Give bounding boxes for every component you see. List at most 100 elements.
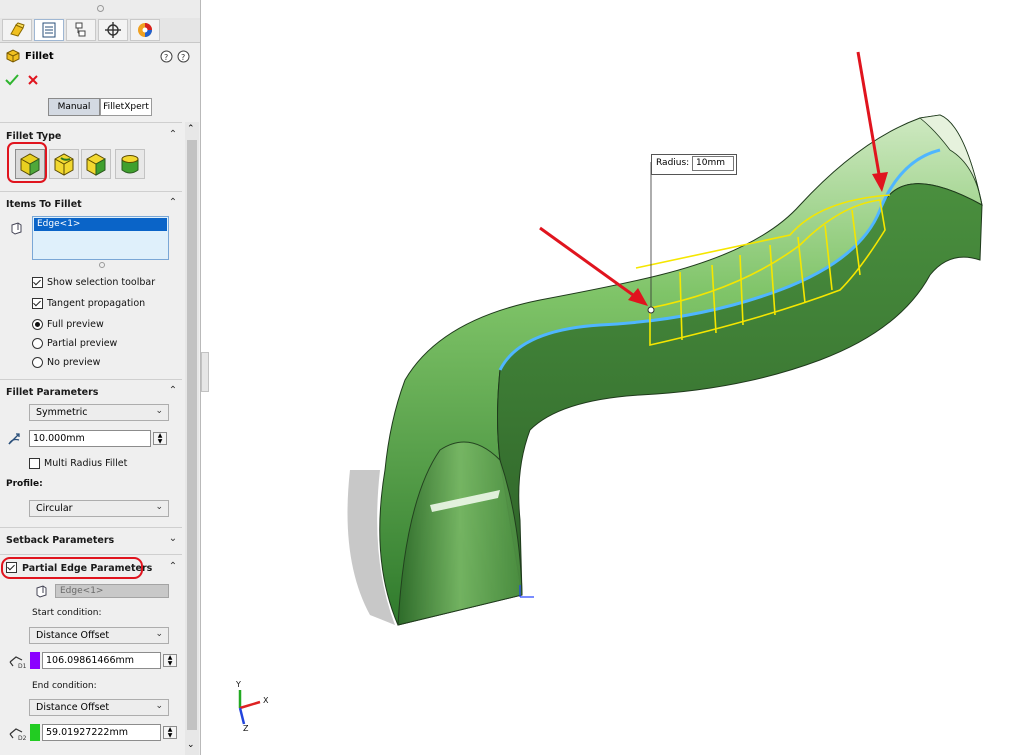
collapse-chevron-icon[interactable]: ⌃ (168, 562, 178, 572)
show-selection-toolbar-label: Show selection toolbar (47, 277, 156, 288)
ok-check-icon[interactable] (5, 74, 19, 86)
fillet-parameters-title: Fillet Parameters (6, 387, 99, 398)
no-preview-label: No preview (47, 357, 101, 368)
svg-text:?: ? (181, 53, 185, 62)
radius-icon (8, 433, 20, 445)
tab-configuration-manager[interactable] (66, 19, 96, 41)
property-manager-icon (42, 22, 56, 38)
radius-callout-input[interactable]: 10mm (692, 156, 734, 171)
distance-d1-icon: D1 (9, 656, 27, 669)
chevron-down-icon: ⌄ (155, 701, 163, 711)
triad-y-label: Y (236, 680, 241, 689)
full-round-fillet-icon (121, 155, 139, 174)
start-condition-dropdown[interactable]: Distance Offset ⌄ (29, 627, 169, 644)
fillet-type-title: Fillet Type (6, 131, 62, 142)
panel-scrollbar[interactable]: ⌃ ⌄ (185, 122, 199, 755)
full-preview-radio[interactable] (32, 319, 43, 330)
items-to-fillet-title: Items To Fillet (6, 199, 82, 210)
fillet-type-variable-size-button[interactable] (49, 149, 79, 179)
configuration-manager-icon (75, 22, 86, 37)
page-title: Fillet (25, 51, 54, 62)
manager-tab-bar (0, 18, 200, 43)
chevron-down-icon: ⌄ (155, 406, 163, 416)
feature-manager-icon (10, 22, 25, 37)
triad-z-label: Z (243, 724, 249, 733)
d2-color-swatch (30, 724, 40, 741)
section-divider (0, 379, 182, 380)
tab-property-manager[interactable] (34, 19, 64, 41)
edge-selection-icon (11, 222, 22, 235)
face-fillet-icon (86, 153, 106, 176)
edge-selection-icon (36, 585, 47, 598)
section-divider (0, 527, 182, 528)
fillet-method-value: Symmetric (36, 407, 88, 418)
svg-text:D1: D1 (18, 663, 27, 669)
dimxpert-icon (105, 22, 121, 38)
d1-color-swatch (30, 652, 40, 669)
tab-feature-manager[interactable] (2, 19, 32, 41)
profile-label: Profile: (6, 479, 43, 489)
graphics-viewport[interactable]: Radius: 10mm Y X Z (201, 0, 1024, 755)
end-distance-input[interactable]: 59.01927222mm (42, 724, 161, 741)
multi-radius-fillet-label: Multi Radius Fillet (44, 458, 128, 469)
scrollbar-thumb[interactable] (187, 140, 197, 730)
scroll-down-icon[interactable]: ⌄ (187, 740, 195, 750)
partial-edge-selection-field[interactable]: Edge<1> (55, 584, 169, 598)
fillet-header: Fillet ? ? (0, 47, 200, 67)
end-condition-label: End condition: (32, 681, 97, 691)
property-manager-panel: Fillet ? ? Manual FilletXpert Fillet Typ… (0, 0, 201, 755)
filletxpert-tab-button[interactable]: FilletXpert (100, 98, 152, 116)
setback-parameters-title[interactable]: Setback Parameters (6, 535, 114, 546)
start-condition-label: Start condition: (32, 608, 102, 618)
fillet-type-full-round-button[interactable] (115, 149, 145, 179)
radius-input[interactable]: 10.000mm (29, 430, 151, 447)
manual-tab-button[interactable]: Manual (48, 98, 100, 116)
tangent-propagation-label: Tangent propagation (47, 298, 146, 309)
radius-callout[interactable]: Radius: 10mm (651, 154, 737, 175)
no-preview-radio[interactable] (32, 357, 43, 368)
start-distance-input[interactable]: 106.09861466mm (42, 652, 161, 669)
list-resize-grip[interactable] (99, 262, 105, 268)
end-distance-spin-button[interactable]: ▲ ▼ (163, 726, 177, 739)
fillet-feature-icon (6, 49, 20, 63)
tab-display-manager[interactable] (130, 19, 160, 41)
collapse-chevron-icon[interactable]: ⌃ (168, 386, 178, 396)
whats-wrong-help-icon[interactable]: ? (160, 50, 173, 63)
tangent-propagation-checkbox[interactable] (32, 298, 43, 309)
section-divider (0, 554, 182, 555)
radius-handle[interactable] (647, 306, 655, 314)
chevron-down-icon: ⌄ (155, 502, 163, 512)
highlight-callout-box (1, 557, 143, 579)
profile-dropdown[interactable]: Circular ⌄ (29, 500, 169, 517)
edge-selection-list[interactable]: Edge<1> (32, 216, 169, 260)
display-manager-icon (138, 23, 152, 37)
help-icon[interactable]: ? (177, 50, 190, 63)
expand-chevron-icon[interactable]: ⌄ (168, 534, 178, 544)
collapse-chevron-icon[interactable]: ⌃ (168, 198, 178, 208)
view-triad (238, 690, 261, 725)
chevron-down-icon: ⌄ (155, 629, 163, 639)
highlight-callout-box (7, 142, 47, 183)
end-condition-value: Distance Offset (36, 702, 110, 713)
3d-model-view[interactable] (201, 0, 1024, 755)
end-condition-dropdown[interactable]: Distance Offset ⌄ (29, 699, 169, 716)
show-selection-toolbar-checkbox[interactable] (32, 277, 43, 288)
svg-text:D2: D2 (18, 735, 27, 741)
start-condition-value: Distance Offset (36, 630, 110, 641)
start-distance-spin-button[interactable]: ▲ ▼ (163, 654, 177, 667)
collapse-chevron-icon[interactable]: ⌃ (168, 130, 178, 140)
panel-top-grip[interactable] (0, 0, 200, 19)
radius-spin-button[interactable]: ▲ ▼ (153, 432, 167, 445)
svg-text:?: ? (164, 53, 168, 62)
tab-dimxpert-manager[interactable] (98, 19, 128, 41)
partial-preview-label: Partial preview (47, 338, 118, 349)
scroll-up-icon[interactable]: ⌃ (187, 124, 195, 134)
section-divider (0, 191, 182, 192)
section-divider (0, 122, 182, 123)
multi-radius-fillet-checkbox[interactable] (29, 458, 40, 469)
fillet-type-face-fillet-button[interactable] (81, 149, 111, 179)
fillet-method-dropdown[interactable]: Symmetric ⌄ (29, 404, 169, 421)
partial-preview-radio[interactable] (32, 338, 43, 349)
list-item[interactable]: Edge<1> (34, 218, 167, 231)
cancel-x-icon[interactable] (27, 74, 39, 86)
